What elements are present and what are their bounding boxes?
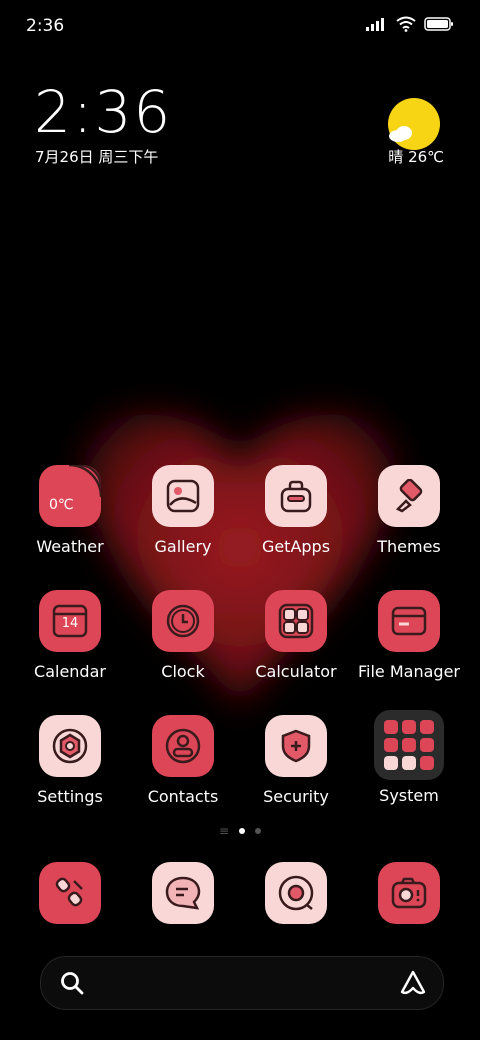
shield-icon [265,715,327,777]
calendar-icon: 14 [39,590,101,652]
calculator-icon [265,590,327,652]
app-label: File Manager [358,662,460,681]
app-settings[interactable]: Settings [15,715,125,806]
page-dot-active [239,828,246,834]
home-clock-time[interactable]: 2:36 [34,78,172,146]
browser-icon [265,862,327,924]
app-weather[interactable]: 0℃ Weather [15,465,125,556]
paint-brush-icon [378,465,440,527]
status-bar: 2:36 [0,0,480,50]
app-themes[interactable]: Themes [354,465,464,556]
app-getapps[interactable]: GetApps [241,465,351,556]
phone-icon [39,862,101,924]
message-bubble-icon [152,862,214,924]
dock-browser[interactable] [241,862,351,924]
search-bar[interactable] [40,956,444,1010]
search-icon[interactable] [59,970,85,996]
app-security[interactable]: Security [241,715,351,806]
status-icons [366,16,454,32]
app-file-manager[interactable]: File Manager [354,590,464,681]
app-label: Contacts [147,787,219,806]
app-gallery[interactable]: Gallery [128,465,238,556]
app-label: Security [263,787,329,806]
battery-icon [424,17,453,31]
app-label: Clock [161,662,205,681]
gear-icon [39,715,101,777]
app-clock[interactable]: Clock [128,590,238,681]
folder-grid-icon [374,710,444,780]
dock-camera[interactable] [354,862,464,924]
dock-phone[interactable] [15,862,125,924]
contact-person-icon [152,715,214,777]
camera-icon [378,862,440,924]
app-folder-system[interactable]: System [354,710,464,805]
app-label: Calendar [34,662,106,681]
app-label: Calculator [255,662,337,681]
weather-summary[interactable]: 晴 26℃ [388,146,444,167]
page-indicator[interactable]: ≡ [0,824,480,838]
assistant-icon[interactable] [399,969,427,997]
weather-app-icon-text: 0℃ [49,497,74,513]
menu-lines-icon: ≡ [218,824,230,838]
calendar-day: 14 [61,616,79,631]
dock-messages[interactable] [128,862,238,924]
app-label: Gallery [154,537,212,556]
app-label: System [379,786,439,805]
app-label: Weather [36,537,104,556]
page-dot [255,828,262,834]
app-label: GetApps [261,537,331,556]
wifi-icon [396,16,416,32]
weather-condition: 晴 [388,148,404,166]
weather-temperature: 26℃ [408,148,444,166]
folder-icon [378,590,440,652]
app-calendar[interactable]: 14 Calendar [15,590,125,681]
gallery-icon [152,465,214,527]
home-clock-date[interactable]: 7月26日 周三下午 [35,146,158,167]
app-label: Settings [37,787,103,806]
clock-icon [152,590,214,652]
app-calculator[interactable]: Calculator [241,590,351,681]
shopping-bag-icon [265,465,327,527]
status-time: 2:36 [26,16,65,36]
app-label: Themes [377,537,441,556]
app-contacts[interactable]: Contacts [128,715,238,806]
weather-app-icon: 0℃ [39,465,101,527]
signal-icon [366,18,384,31]
